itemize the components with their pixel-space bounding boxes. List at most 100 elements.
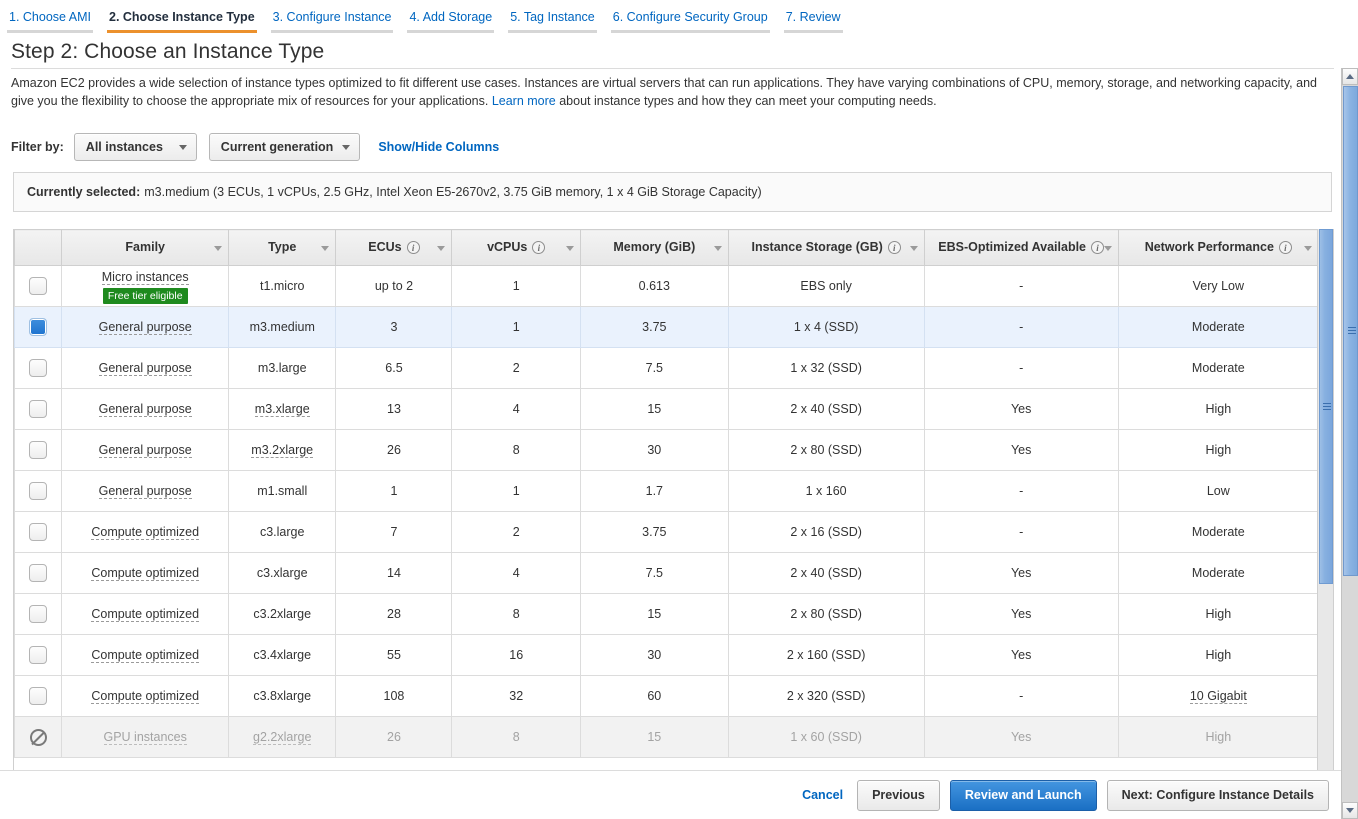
table-vertical-scrollbar[interactable]: [1317, 229, 1333, 770]
table-row[interactable]: Micro instancesFree tier eligiblet1.micr…: [15, 266, 1319, 307]
column-header-memory-gib[interactable]: Memory (GiB): [581, 230, 729, 266]
show-hide-columns-link[interactable]: Show/Hide Columns: [378, 140, 499, 154]
family-label[interactable]: Compute optimized: [91, 525, 199, 540]
column-sort-caret-icon[interactable]: [1104, 246, 1112, 251]
row-select-cell[interactable]: [15, 307, 62, 348]
network-performance-label[interactable]: 10 Gigabit: [1190, 689, 1247, 704]
wizard-step-3[interactable]: 3. Configure Instance: [264, 0, 401, 33]
column-sort-caret-icon[interactable]: [566, 246, 574, 251]
type-label[interactable]: m3.2xlarge: [251, 443, 313, 458]
row-checkbox[interactable]: [29, 482, 47, 500]
family-label[interactable]: Compute optimized: [91, 689, 199, 704]
table-row[interactable]: General purposem3.2xlarge268302 x 80 (SS…: [15, 430, 1319, 471]
instances-filter-dropdown[interactable]: All instances: [74, 133, 197, 161]
wizard-step-4[interactable]: 4. Add Storage: [400, 0, 501, 33]
cell-ecus: 26: [336, 430, 452, 471]
column-sort-caret-icon[interactable]: [910, 246, 918, 251]
column-header-type[interactable]: Type: [228, 230, 336, 266]
wizard-step-7[interactable]: 7. Review: [777, 0, 850, 33]
row-select-cell[interactable]: [15, 471, 62, 512]
column-sort-caret-icon[interactable]: [321, 246, 329, 251]
column-header-network-performance[interactable]: Network Performancei: [1118, 230, 1318, 266]
family-label[interactable]: Compute optimized: [91, 607, 199, 622]
family-label[interactable]: GPU instances: [104, 730, 187, 745]
family-label[interactable]: Compute optimized: [91, 566, 199, 581]
row-select-cell[interactable]: [15, 348, 62, 389]
row-checkbox[interactable]: [29, 646, 47, 664]
row-checkbox[interactable]: [29, 359, 47, 377]
row-select-cell[interactable]: [15, 512, 62, 553]
wizard-step-1[interactable]: 1. Choose AMI: [0, 0, 100, 33]
row-select-cell[interactable]: [15, 430, 62, 471]
scroll-up-button[interactable]: [1342, 68, 1358, 85]
row-checkbox[interactable]: [29, 400, 47, 418]
row-select-cell[interactable]: [15, 676, 62, 717]
family-label[interactable]: General purpose: [99, 443, 192, 458]
row-select-cell[interactable]: [15, 266, 62, 307]
chevron-up-icon: [1346, 74, 1354, 79]
column-sort-caret-icon[interactable]: [714, 246, 722, 251]
table-row[interactable]: General purposem3.large6.527.51 x 32 (SS…: [15, 348, 1319, 389]
cell-type: m3.xlarge: [228, 389, 336, 430]
column-header-ebs-optimized-available[interactable]: EBS-Optimized Availablei: [924, 230, 1118, 266]
row-select-cell[interactable]: [15, 635, 62, 676]
table-scrollbar-thumb[interactable]: [1319, 229, 1333, 584]
page-scrollbar-thumb[interactable]: [1343, 86, 1358, 576]
column-header-ecus[interactable]: ECUsi: [336, 230, 452, 266]
table-row[interactable]: Compute optimizedc3.8xlarge10832602 x 32…: [15, 676, 1319, 717]
column-header-content: vCPUsi: [487, 240, 545, 255]
family-label[interactable]: General purpose: [99, 361, 192, 376]
info-icon[interactable]: i: [1091, 241, 1104, 254]
family-label[interactable]: General purpose: [99, 320, 192, 335]
next-configure-instance-details-button[interactable]: Next: Configure Instance Details: [1107, 780, 1329, 811]
row-checkbox[interactable]: [29, 687, 47, 705]
previous-button[interactable]: Previous: [857, 780, 940, 811]
row-checkbox[interactable]: [29, 564, 47, 582]
table-row[interactable]: Compute optimizedc3.large723.752 x 16 (S…: [15, 512, 1319, 553]
cell-memory: 3.75: [581, 307, 729, 348]
info-icon[interactable]: i: [532, 241, 545, 254]
cell-network-performance: High: [1118, 594, 1318, 635]
type-label[interactable]: m3.xlarge: [255, 402, 310, 417]
table-row[interactable]: General purposem3.medium313.751 x 4 (SSD…: [15, 307, 1319, 348]
generation-filter-dropdown[interactable]: Current generation: [209, 133, 361, 161]
row-select-cell[interactable]: [15, 389, 62, 430]
footer-action-bar: Cancel Previous Review and Launch Next: …: [0, 770, 1341, 819]
cancel-button[interactable]: Cancel: [802, 788, 843, 802]
family-label[interactable]: General purpose: [99, 402, 192, 417]
info-icon[interactable]: i: [1279, 241, 1292, 254]
family-label[interactable]: Compute optimized: [91, 648, 199, 663]
column-header-instance-storage-gb[interactable]: Instance Storage (GB)i: [728, 230, 924, 266]
table-row[interactable]: General purposem1.small111.71 x 160-Low: [15, 471, 1319, 512]
row-checkbox[interactable]: [29, 523, 47, 541]
column-sort-caret-icon[interactable]: [214, 246, 222, 251]
wizard-step-underline: [784, 30, 843, 33]
page-vertical-scrollbar[interactable]: [1341, 68, 1358, 819]
family-label[interactable]: General purpose: [99, 484, 192, 499]
info-icon[interactable]: i: [888, 241, 901, 254]
column-header-vcpus[interactable]: vCPUsi: [452, 230, 581, 266]
wizard-step-6[interactable]: 6. Configure Security Group: [604, 0, 777, 33]
table-row[interactable]: Compute optimizedc3.xlarge1447.52 x 40 (…: [15, 553, 1319, 594]
row-checkbox[interactable]: [29, 441, 47, 459]
family-label[interactable]: Micro instances: [102, 270, 189, 285]
learn-more-link[interactable]: Learn more: [492, 94, 556, 108]
info-icon[interactable]: i: [407, 241, 420, 254]
row-select-cell[interactable]: [15, 594, 62, 635]
table-row[interactable]: Compute optimizedc3.4xlarge5516302 x 160…: [15, 635, 1319, 676]
column-header-family[interactable]: Family: [62, 230, 229, 266]
cell-ebs-optimized: -: [924, 348, 1118, 389]
cell-instance-storage: 2 x 80 (SSD): [728, 594, 924, 635]
review-and-launch-button[interactable]: Review and Launch: [950, 780, 1097, 811]
row-select-cell[interactable]: [15, 553, 62, 594]
type-label[interactable]: g2.2xlarge: [253, 730, 311, 745]
row-checkbox[interactable]: [29, 277, 47, 295]
column-sort-caret-icon[interactable]: [437, 246, 445, 251]
scroll-down-button[interactable]: [1342, 802, 1358, 819]
column-sort-caret-icon[interactable]: [1304, 246, 1312, 251]
row-checkbox[interactable]: [29, 605, 47, 623]
table-row[interactable]: General purposem3.xlarge134152 x 40 (SSD…: [15, 389, 1319, 430]
wizard-step-5[interactable]: 5. Tag Instance: [501, 0, 604, 33]
row-checkbox-checked[interactable]: [29, 318, 47, 336]
table-row[interactable]: Compute optimizedc3.2xlarge288152 x 80 (…: [15, 594, 1319, 635]
